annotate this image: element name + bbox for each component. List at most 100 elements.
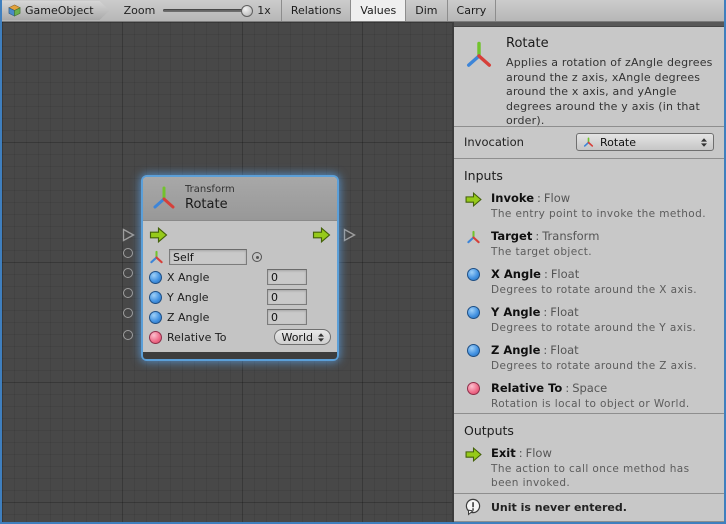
- inspector-header: Rotate Applies a rotation of zAngle degr…: [454, 27, 724, 127]
- input-entry-target: Target:Transform The target object.: [454, 229, 724, 259]
- port-name: Z Angle: [491, 343, 540, 357]
- target-object-field[interactable]: [169, 249, 247, 265]
- port-name: Relative To: [491, 381, 562, 395]
- port-name: Target: [491, 229, 532, 243]
- target-port-icon[interactable]: [149, 250, 164, 265]
- inspector-title: Rotate: [506, 36, 714, 51]
- warning-text: Unit is never entered.: [491, 501, 627, 514]
- y-angle-input-connector[interactable]: [123, 288, 133, 298]
- transform-axes-icon: [151, 185, 177, 213]
- invocation-value: Rotate: [600, 136, 695, 149]
- port-description: The target object.: [491, 245, 599, 259]
- input-entry-z-angle: Z Angle:Float Degrees to rotate around t…: [454, 343, 724, 373]
- tab-relations[interactable]: Relations: [282, 0, 352, 21]
- z-angle-label: Z Angle: [167, 311, 209, 324]
- y-angle-label: Y Angle: [167, 291, 209, 304]
- y-angle-port-icon[interactable]: [149, 291, 162, 304]
- zoom-slider[interactable]: [163, 0, 251, 21]
- port-description: The entry point to invoke the method.: [491, 207, 706, 221]
- transform-axes-icon-small: [583, 137, 594, 148]
- node-title: Rotate: [185, 197, 235, 213]
- z-angle-port-icon[interactable]: [149, 311, 162, 324]
- zoom-value: 1x: [257, 0, 271, 21]
- y-angle-field[interactable]: [267, 289, 307, 305]
- node-header[interactable]: Transform Rotate: [143, 177, 337, 221]
- warning-row: Unit is never entered.: [454, 494, 724, 522]
- x-angle-port-icon[interactable]: [149, 271, 162, 284]
- port-name: X Angle: [491, 267, 541, 281]
- rotate-unit-node[interactable]: Transform Rotate: [143, 177, 337, 359]
- graph-canvas[interactable]: Transform Rotate: [2, 22, 454, 522]
- tab-carry[interactable]: Carry: [448, 0, 497, 21]
- port-description: Degrees to rotate around the X axis.: [491, 283, 697, 297]
- z-angle-input-connector[interactable]: [123, 308, 133, 318]
- toolbar-spacer: [496, 0, 724, 21]
- invocation-row: Invocation Rotate: [454, 127, 724, 159]
- port-type: Flow: [526, 446, 552, 460]
- relative-to-port-icon[interactable]: [149, 331, 162, 344]
- port-description: Degrees to rotate around the Z axis.: [491, 359, 697, 373]
- input-entry-x-angle: X Angle:Float Degrees to rotate around t…: [454, 267, 724, 297]
- x-angle-label: X Angle: [167, 271, 209, 284]
- inspector-description: Applies a rotation of zAngle degrees aro…: [506, 56, 714, 129]
- port-type: Float: [550, 305, 578, 319]
- flow-arrow-icon: [464, 191, 482, 221]
- inputs-section: Inputs Invoke:Flow The entry point to in…: [454, 159, 724, 414]
- port-type: Float: [550, 343, 578, 357]
- port-name: Exit: [491, 446, 516, 460]
- breadcrumb-gameobject[interactable]: GameObject: [2, 1, 110, 20]
- port-name: Invoke: [491, 191, 534, 205]
- input-entry-relative-to: Relative To:Space Rotation is local to o…: [454, 381, 724, 411]
- invoke-flow-port-icon[interactable]: [149, 227, 168, 243]
- float-port-icon: [464, 343, 482, 373]
- warning-bubble-icon: [464, 498, 482, 516]
- input-entry-y-angle: Y Angle:Float Degrees to rotate around t…: [454, 305, 724, 335]
- port-type: Space: [572, 381, 607, 395]
- transform-axes-icon: [464, 229, 482, 259]
- flow-input-connector[interactable]: [122, 228, 135, 242]
- relative-to-dropdown[interactable]: World: [274, 329, 331, 345]
- output-entry-exit: Exit:Flow The action to call once method…: [454, 446, 724, 490]
- port-description: The action to call once method has been …: [491, 462, 714, 490]
- relative-to-value: World: [281, 331, 313, 344]
- bolt-graph-window: GameObject Zoom 1x Relations Values Dim …: [0, 0, 726, 524]
- breadcrumb-label: GameObject: [25, 4, 94, 17]
- relative-to-input-connector[interactable]: [123, 330, 133, 340]
- transform-axes-icon-large: [464, 36, 494, 118]
- space-port-icon: [464, 381, 482, 411]
- tab-dim[interactable]: Dim: [406, 0, 447, 21]
- zoom-label: Zoom: [124, 0, 156, 21]
- zoom-slider-knob[interactable]: [241, 5, 253, 17]
- exit-flow-port-icon[interactable]: [312, 227, 331, 243]
- x-angle-field[interactable]: [267, 269, 307, 285]
- z-angle-field[interactable]: [267, 309, 307, 325]
- inputs-header: Inputs: [454, 166, 724, 191]
- invocation-label: Invocation: [464, 135, 524, 149]
- x-angle-input-connector[interactable]: [123, 268, 133, 278]
- flow-output-connector[interactable]: [343, 228, 356, 242]
- object-picker-icon[interactable]: [252, 252, 262, 262]
- outputs-header: Outputs: [454, 421, 724, 446]
- node-footer: [143, 352, 337, 359]
- dropdown-arrows-icon: [701, 138, 707, 147]
- flow-arrow-icon: [464, 446, 482, 490]
- relative-to-label: Relative To: [167, 331, 226, 344]
- outputs-section: Outputs Exit:Flow The action to call onc…: [454, 414, 724, 494]
- float-port-icon: [464, 305, 482, 335]
- port-type: Flow: [544, 191, 570, 205]
- port-type: Float: [551, 267, 579, 281]
- invocation-dropdown[interactable]: Rotate: [576, 133, 714, 151]
- graph-toolbar: GameObject Zoom 1x Relations Values Dim …: [2, 0, 724, 22]
- float-port-icon: [464, 267, 482, 297]
- port-description: Rotation is local to object or World.: [491, 397, 690, 411]
- node-category: Transform: [185, 184, 235, 197]
- toolbar-tabs: Relations Values Dim Carry: [281, 0, 497, 21]
- zoom-slider-track[interactable]: [163, 9, 251, 12]
- input-entry-invoke: Invoke:Flow The entry point to invoke th…: [454, 191, 724, 221]
- target-input-connector[interactable]: [123, 248, 133, 258]
- inspector-panel: Rotate Applies a rotation of zAngle degr…: [454, 22, 724, 522]
- tab-values[interactable]: Values: [351, 0, 406, 21]
- port-type: Transform: [542, 229, 599, 243]
- dropdown-arrows-icon: [318, 333, 324, 342]
- port-description: Degrees to rotate around the Y axis.: [491, 321, 696, 335]
